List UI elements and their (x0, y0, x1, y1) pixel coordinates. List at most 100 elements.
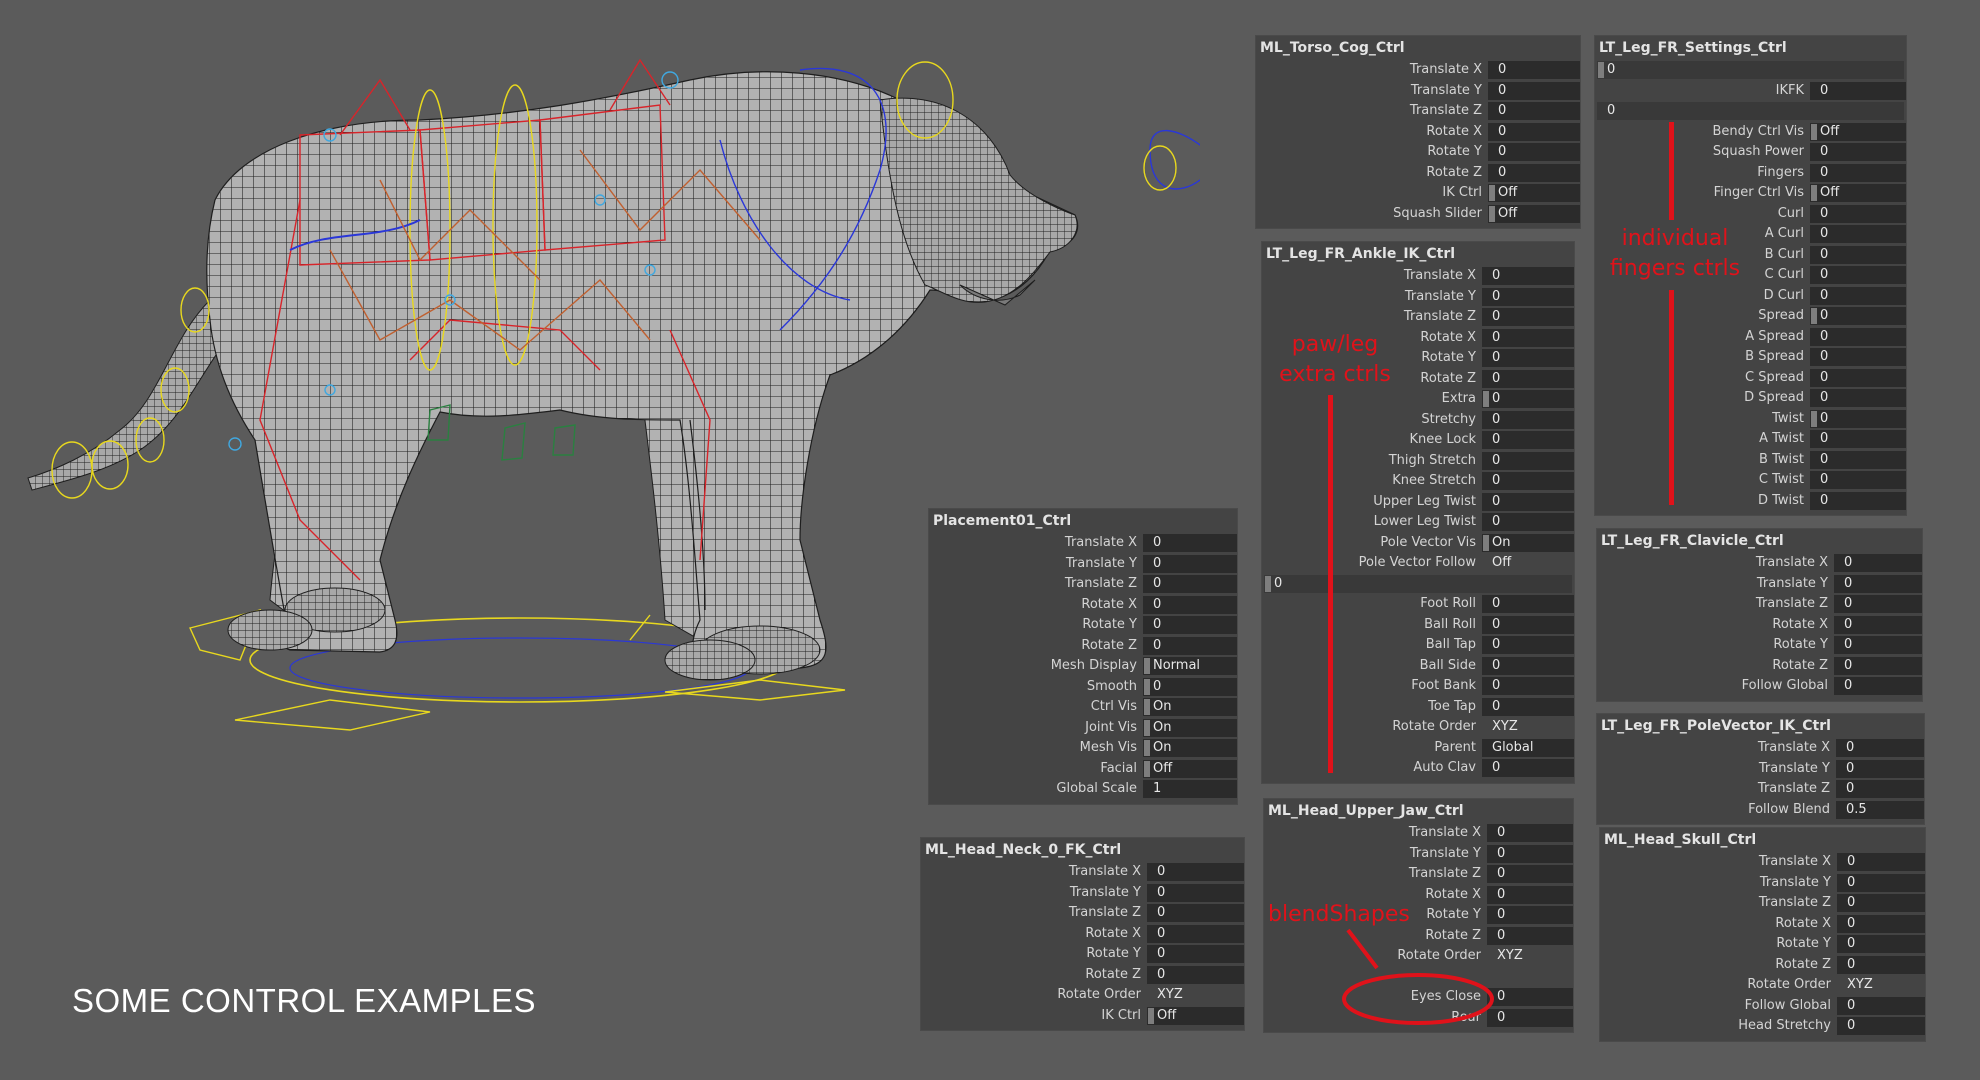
attribute-value-field[interactable]: Off (1488, 204, 1580, 223)
attribute-value-field[interactable]: 0 (1147, 904, 1244, 922)
attribute-value-field[interactable]: 0 (1482, 759, 1574, 777)
attribute-value-field[interactable]: 0 (1810, 266, 1906, 284)
attribute-value-field[interactable]: 0 (1810, 143, 1906, 161)
attribute-value-field[interactable]: 0 (1143, 677, 1237, 696)
attribute-value-field[interactable]: 0 (1482, 287, 1574, 306)
attribute-value-field[interactable]: 0 (1837, 935, 1925, 953)
attribute-value-field[interactable]: 0 (1597, 61, 1904, 79)
attribute-value-field[interactable]: 0 (1834, 554, 1922, 572)
attribute-value-field[interactable]: 0 (1482, 615, 1574, 634)
attribute-value-field[interactable]: 0 (1810, 471, 1906, 489)
attribute-value-field[interactable]: 0 (1487, 865, 1573, 883)
attribute-value-field[interactable]: 0 (1143, 595, 1237, 614)
attribute-value-field[interactable]: Global (1482, 738, 1574, 757)
attribute-value-field[interactable]: On (1143, 718, 1237, 737)
attribute-value-field[interactable]: 0 (1810, 307, 1906, 325)
attribute-value-field[interactable]: 0 (1834, 677, 1922, 695)
attribute-value-field[interactable]: 0 (1810, 368, 1906, 387)
attribute-value-field[interactable]: Off (1482, 554, 1574, 572)
attribute-value-field[interactable]: 0 (1834, 595, 1922, 613)
attribute-value-field[interactable]: 0 (1810, 286, 1906, 305)
attribute-value-field[interactable]: Normal (1143, 657, 1237, 675)
attribute-value-field[interactable]: 0 (1143, 616, 1237, 634)
attribute-value-field[interactable]: 0 (1143, 575, 1237, 593)
attribute-value-field[interactable]: 0 (1482, 267, 1574, 285)
attribute-value-field[interactable]: 1 (1143, 780, 1237, 798)
attribute-value-field[interactable]: 0 (1147, 863, 1244, 881)
attribute-value-field[interactable]: 0 (1487, 844, 1573, 863)
attribute-value-field[interactable]: XYZ (1147, 986, 1244, 1004)
attribute-value-field[interactable]: 0 (1810, 430, 1906, 448)
attribute-value-field[interactable]: 0 (1810, 409, 1906, 428)
attribute-value-field[interactable]: 0 (1482, 472, 1574, 490)
attribute-value-field[interactable]: 0 (1837, 996, 1925, 1015)
attribute-value-field[interactable]: On (1143, 739, 1237, 757)
attribute-value-field[interactable]: Off (1488, 184, 1580, 202)
attribute-value-field[interactable]: 0 (1482, 492, 1574, 511)
attribute-value-field[interactable]: 0 (1834, 656, 1922, 675)
attribute-value-field[interactable]: 0 (1143, 534, 1237, 552)
attribute-value-field[interactable]: 0 (1810, 327, 1906, 346)
attribute-value-field[interactable]: 0 (1810, 204, 1906, 223)
attribute-value-field[interactable]: On (1143, 698, 1237, 716)
attribute-value-field[interactable]: 0 (1810, 389, 1906, 407)
attribute-value-field[interactable]: Off (1810, 184, 1906, 202)
attribute-value-field[interactable]: 0 (1482, 308, 1574, 326)
attribute-value-field[interactable]: 0 (1810, 245, 1906, 264)
attribute-value-field[interactable]: Off (1147, 1006, 1244, 1025)
attribute-value-field[interactable]: 0 (1482, 595, 1574, 613)
attribute-value-field[interactable]: 0 (1488, 163, 1580, 182)
attribute-value-field[interactable]: 0 (1834, 574, 1922, 593)
attribute-value-field[interactable]: 0 (1143, 636, 1237, 655)
attribute-value-field[interactable]: XYZ (1837, 976, 1925, 994)
attribute-value-field[interactable]: On (1482, 533, 1574, 552)
attribute-value-field[interactable]: 0 (1147, 965, 1244, 984)
attribute-value-field[interactable]: 0 (1482, 656, 1574, 675)
attribute-value-field[interactable]: 0 (1837, 873, 1925, 892)
attribute-value-field[interactable]: 0 (1837, 853, 1925, 871)
attribute-value-field[interactable]: 0 (1597, 102, 1904, 120)
attribute-value-field[interactable]: 0 (1482, 677, 1574, 695)
attribute-value-field[interactable]: 0 (1482, 697, 1574, 716)
attribute-value-field[interactable]: 0 (1482, 636, 1574, 654)
attribute-value-field[interactable]: Off (1810, 122, 1906, 141)
attribute-value-field[interactable]: 0 (1810, 225, 1906, 243)
attribute-value-field[interactable]: 0 (1488, 143, 1580, 161)
attribute-value-field[interactable]: 0 (1482, 431, 1574, 449)
attribute-value-field[interactable]: 0 (1834, 615, 1922, 634)
attribute-value-field[interactable]: 0 (1488, 81, 1580, 100)
attribute-value-field[interactable]: 0 (1264, 574, 1572, 593)
attribute-value-field[interactable]: 0 (1834, 636, 1922, 654)
attribute-value-field[interactable]: 0 (1482, 410, 1574, 429)
attribute-value-field[interactable]: 0 (1487, 885, 1573, 904)
attribute-value-field[interactable]: 0 (1810, 450, 1906, 469)
attribute-value-field[interactable]: 0 (1810, 81, 1906, 100)
attribute-value-field[interactable]: 0 (1487, 824, 1573, 842)
attribute-value-field[interactable]: 0 (1810, 491, 1906, 510)
attribute-value-field[interactable]: 0 (1488, 102, 1580, 120)
attribute-value-field[interactable]: 0 (1810, 348, 1906, 366)
attribute-value-field[interactable]: 0 (1147, 924, 1244, 943)
attribute-value-field[interactable]: 0 (1482, 349, 1574, 367)
attribute-value-field[interactable]: 0 (1482, 369, 1574, 388)
eye-ctrl-curve[interactable] (1143, 129, 1200, 191)
attribute-value-field[interactable]: 0 (1837, 1017, 1925, 1035)
attribute-value-field[interactable]: 0 (1836, 759, 1924, 778)
attribute-value-field[interactable]: 0 (1810, 163, 1906, 182)
attribute-value-field[interactable]: 0 (1147, 945, 1244, 963)
attribute-value-field[interactable]: 0 (1837, 894, 1925, 912)
attribute-value-field[interactable]: 0 (1836, 780, 1924, 798)
attribute-value-field[interactable]: 0 (1482, 451, 1574, 470)
attribute-value-field[interactable]: 0 (1488, 61, 1580, 79)
attribute-value-field[interactable]: Off (1143, 759, 1237, 778)
attribute-value-field[interactable]: 0 (1837, 914, 1925, 933)
attribute-value-field[interactable]: 0 (1482, 328, 1574, 347)
attribute-value-field[interactable]: XYZ (1482, 718, 1574, 736)
attribute-value-field[interactable]: 0 (1147, 883, 1244, 902)
attribute-value-field[interactable]: 0.5 (1836, 800, 1924, 819)
attribute-value-field[interactable]: 0 (1143, 554, 1237, 573)
attribute-value-field[interactable]: 0 (1836, 739, 1924, 757)
attribute-value-field[interactable]: 0 (1488, 122, 1580, 141)
attribute-value-field[interactable]: 0 (1837, 955, 1925, 974)
attribute-value-field[interactable]: 0 (1482, 513, 1574, 531)
